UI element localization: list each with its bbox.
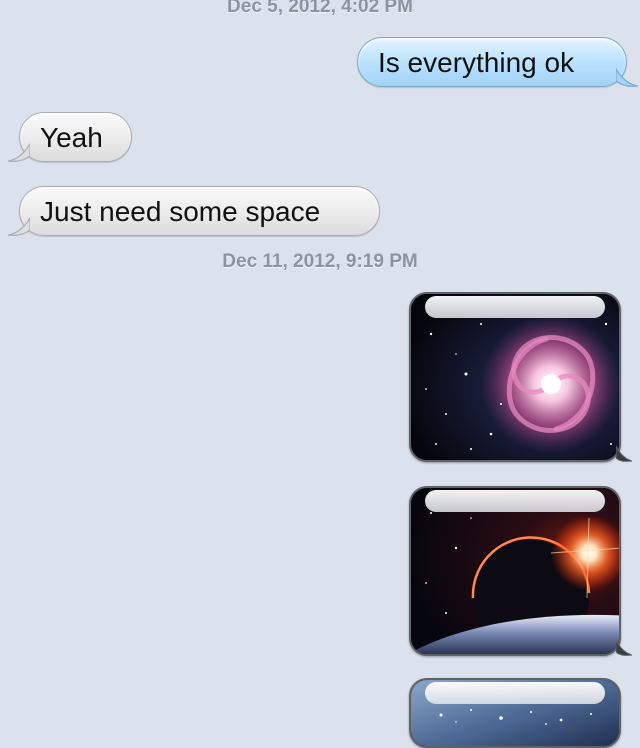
bubble-tail-icon: [616, 67, 638, 87]
message-text: Is everything ok: [378, 47, 575, 78]
image-message[interactable]: [409, 486, 621, 656]
bubble-tail-icon: [616, 445, 632, 462]
image-gloss: [425, 490, 605, 512]
message-bubble-incoming[interactable]: Just need some space: [8, 186, 380, 236]
planet-image: [411, 488, 619, 654]
message-text: Yeah: [40, 122, 103, 153]
image-message[interactable]: [409, 678, 621, 748]
message-bubble-outgoing[interactable]: Is everything ok: [357, 37, 638, 87]
bubble-tail-icon: [8, 216, 30, 236]
image-gloss: [425, 682, 605, 704]
timestamp: Dec 11, 2012, 9:19 PM: [222, 251, 418, 272]
image-gloss: [425, 296, 605, 318]
message-bubble-incoming[interactable]: Yeah: [8, 112, 132, 162]
bubble-tail-icon: [8, 142, 30, 162]
bubble-tail-icon: [616, 639, 632, 656]
galaxy-image: [411, 294, 619, 460]
image-message[interactable]: [409, 292, 621, 462]
message-text: Just need some space: [40, 196, 321, 227]
timestamp: Dec 5, 2012, 4:02 PM: [227, 0, 413, 17]
